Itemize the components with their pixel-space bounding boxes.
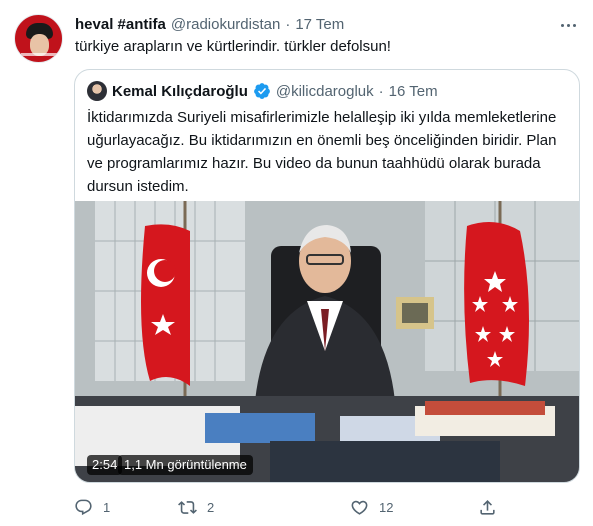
separator-dot: · — [285, 15, 291, 33]
like-button[interactable]: 12 — [350, 494, 393, 520]
verified-badge-icon — [253, 83, 270, 99]
share-icon — [480, 499, 495, 515]
tweet-actions: 1 2 12 — [74, 494, 580, 520]
heart-icon — [351, 500, 368, 515]
retweet-icon — [178, 500, 197, 514]
tweet[interactable]: heval #antifa @radiokurdistan · 17 Tem t… — [0, 0, 593, 526]
more-horizontal-icon[interactable] — [557, 14, 579, 36]
avatar[interactable] — [14, 14, 63, 63]
reply-icon — [75, 499, 92, 515]
retweet-button[interactable]: 2 — [178, 494, 214, 520]
like-count: 12 — [379, 499, 394, 515]
video-view-count: 1,1 Mn görüntülenme — [118, 455, 253, 475]
quoted-handle: @kilicdarogluk — [275, 82, 374, 100]
reply-count: 1 — [103, 499, 111, 515]
share-button[interactable] — [478, 494, 497, 520]
user-handle[interactable]: @radiokurdistan — [171, 16, 280, 33]
reply-button[interactable]: 1 — [74, 494, 110, 520]
quoted-tweet-header: Kemal Kılıçdaroğlu @kilicdarogluk · 16 T… — [87, 81, 438, 101]
quoted-separator-dot: · — [378, 82, 384, 100]
tweet-text: türkiye arapların ve kürtlerindir. türkl… — [75, 38, 391, 55]
video-thumbnail — [75, 201, 579, 482]
display-name[interactable]: heval #antifa — [75, 16, 166, 33]
quoted-tweet-text: İktidarımızda Suriyeli misafirlerimizle … — [87, 109, 557, 195]
retweet-count: 2 — [207, 499, 215, 515]
quoted-display-name: Kemal Kılıçdaroğlu — [112, 82, 248, 100]
video-player[interactable]: 2:54 1,1 Mn görüntülenme — [75, 201, 579, 482]
tweet-timestamp[interactable]: 17 Tem — [295, 16, 344, 33]
quoted-timestamp: 16 Tem — [388, 82, 438, 100]
tweet-header: heval #antifa @radiokurdistan · 17 Tem — [75, 14, 344, 34]
quoted-avatar — [87, 81, 107, 101]
quoted-tweet-card[interactable]: Kemal Kılıçdaroğlu @kilicdarogluk · 16 T… — [74, 69, 580, 483]
